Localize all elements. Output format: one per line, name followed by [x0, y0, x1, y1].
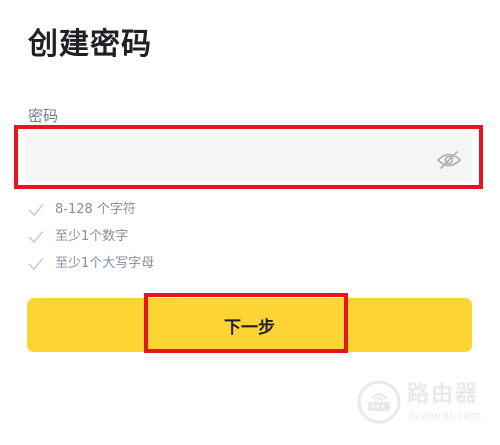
router-logo-icon [357, 380, 401, 424]
requirement-item: 至少1个大写字母 [28, 250, 154, 277]
watermark-title: 路由器 [407, 382, 480, 407]
password-label: 密码 [28, 107, 59, 125]
check-icon [28, 230, 44, 244]
requirement-item: 8-128 个字符 [28, 196, 154, 223]
check-icon [28, 257, 44, 271]
requirement-text: 8-128 个字符 [55, 201, 136, 217]
requirement-text: 至少1个大写字母 [55, 255, 155, 271]
requirement-text: 至少1个数字 [55, 228, 129, 244]
next-button[interactable]: 下一步 [27, 298, 472, 352]
watermark-url: luyouqi.com [409, 409, 482, 422]
create-password-page: 创建密码 密码 8-128 个字符 至少1个数字 至少1个大写字母 下一步 路由… [0, 0, 500, 445]
check-icon [28, 203, 44, 217]
password-requirements: 8-128 个字符 至少1个数字 至少1个大写字母 [28, 196, 154, 277]
eye-off-icon[interactable] [436, 150, 462, 170]
page-title: 创建密码 [28, 27, 152, 62]
password-input[interactable] [26, 136, 472, 182]
watermark: 路由器 luyouqi.com [357, 378, 495, 428]
requirement-item: 至少1个数字 [28, 223, 154, 250]
